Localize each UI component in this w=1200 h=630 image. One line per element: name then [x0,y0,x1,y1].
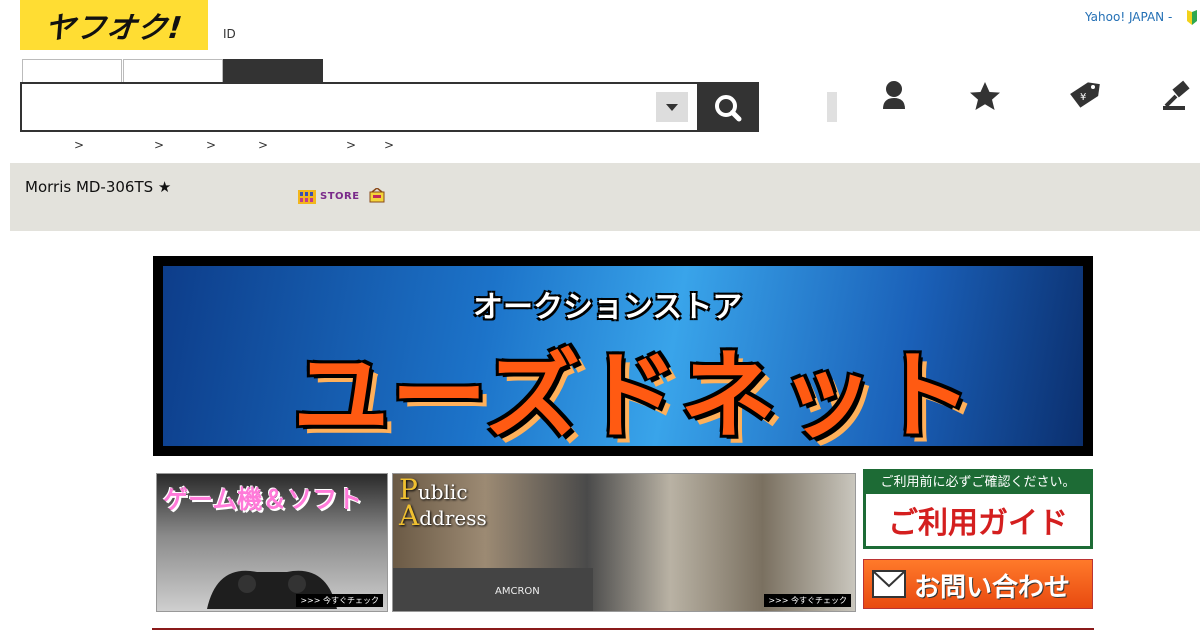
search-icon [715,95,742,122]
pa-brand-label: AMCRON [495,586,540,597]
user-guide-button[interactable]: ご利用前に必ずご確認ください。 ご利用ガイド [863,469,1093,549]
header-divider [827,92,837,122]
category-dropdown[interactable] [656,92,688,122]
breadcrumb-separator: > [154,138,165,152]
price-tag-icon[interactable]: ¥ [1064,78,1104,114]
game-banner-title: ゲーム機＆ソフト [163,485,363,514]
pa-banner-title: Public Address [399,476,487,532]
game-category-banner[interactable]: ゲーム機＆ソフト >>> 今すぐチェック [156,473,388,612]
logo-text: ヤフオク! [42,11,185,46]
pa-letter-a: A [399,499,420,532]
breadcrumb-separator: > [74,138,85,152]
pa-check-link: >>> 今すぐチェック [764,594,851,607]
breadcrumb-separator: > [346,138,357,152]
search-tab-3-active[interactable] [223,59,323,83]
store-icon [298,190,316,204]
search-box [20,82,699,132]
beginner-mark-icon [1187,10,1197,25]
contact-button[interactable]: お問い合わせ [863,559,1093,609]
yahuoku-logo[interactable]: ヤフオク! [20,0,208,50]
search-input[interactable] [26,88,646,126]
banner-title: ユーズドネット [293,340,975,446]
item-title: Morris MD-306TS ★ [25,178,172,196]
breadcrumb-separator: > [258,138,269,152]
user-icon[interactable] [874,78,914,114]
guide-notice: ご利用前に必ずご確認ください。 [866,472,1090,494]
search-tab-1[interactable] [22,59,122,83]
store-label: STORE [320,191,360,202]
yahoo-japan-link[interactable]: Yahoo! JAPAN - [1085,10,1172,24]
game-check-link: >>> 今すぐチェック [296,594,383,607]
banner-image: オークションストア ユーズドネット [163,266,1083,446]
search-tab-2[interactable] [123,59,223,83]
gavel-icon[interactable] [1160,78,1200,114]
search-button[interactable] [697,82,759,132]
pa-word-public: ublic [417,480,468,504]
pa-word-address: ddress [419,506,487,530]
contact-label: お問い合わせ [914,573,1071,603]
breadcrumb-separator: > [384,138,395,152]
pa-category-banner[interactable]: Public Address AMCRON >>> 今すぐチェック [392,473,856,612]
breadcrumb-separator: > [206,138,217,152]
envelope-icon [872,570,906,598]
amplifier-image: AMCRON [393,568,593,611]
store-banner[interactable]: オークションストア ユーズドネット [153,256,1093,456]
guide-title: ご利用ガイド [888,506,1068,541]
svg-text:¥: ¥ [1080,92,1086,103]
seller-badge-icon [369,188,385,203]
item-title-bar [10,163,1200,231]
id-label: ID [223,27,236,41]
star-icon[interactable] [965,78,1005,114]
